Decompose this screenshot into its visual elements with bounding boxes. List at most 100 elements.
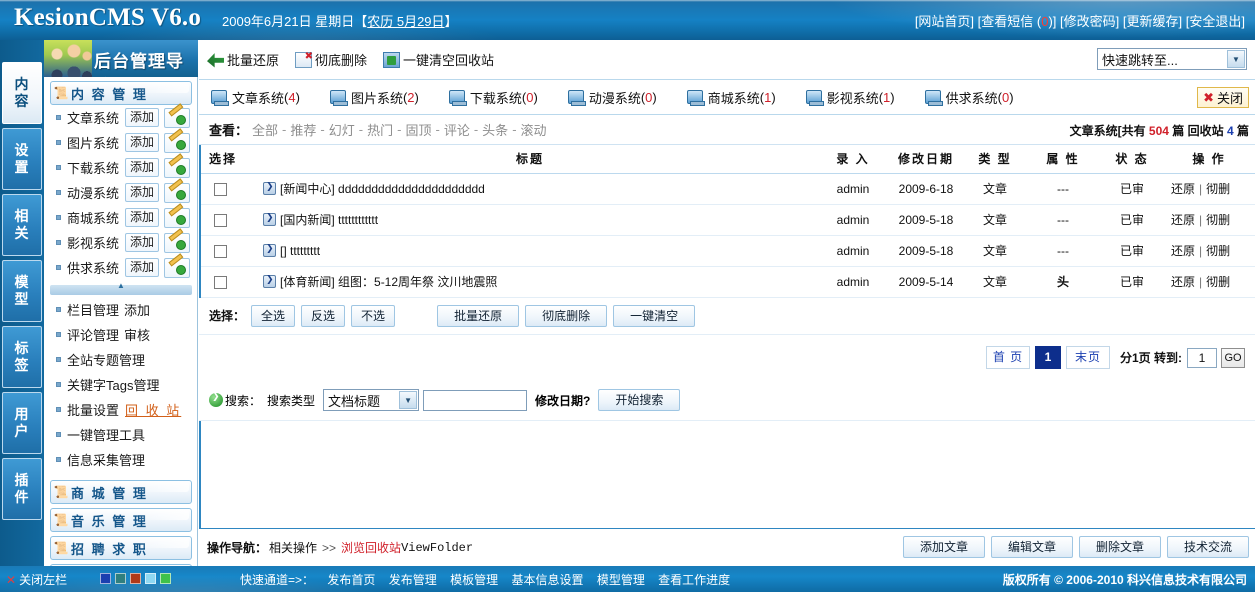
nav-system-download-add[interactable]: 添加	[125, 158, 159, 177]
nav-system-article-add[interactable]: 添加	[125, 108, 159, 127]
rail-tab-settings[interactable]: 设 置	[2, 128, 42, 190]
filter-hot[interactable]: 热门	[367, 120, 393, 139]
row-state[interactable]: 已审	[1101, 266, 1163, 297]
swatch-blue[interactable]	[100, 573, 111, 584]
pencil-add-icon[interactable]	[164, 133, 190, 153]
pencil-add-icon[interactable]	[164, 258, 190, 278]
nav-system-video-label[interactable]: 影视系统	[67, 233, 119, 252]
nav-item-comment-manage-sub[interactable]: 审核	[124, 325, 150, 344]
system-tab-article[interactable]: 文章系统(4)	[211, 88, 300, 107]
filter-headline[interactable]: 头条	[482, 120, 508, 139]
nav-system-download-label[interactable]: 下载系统	[67, 158, 119, 177]
filter-recommend[interactable]: 推荐	[290, 120, 316, 139]
toolbar-batch-restore[interactable]: 批量还原	[207, 50, 279, 69]
row-category[interactable]: [国内新闻]	[280, 213, 335, 227]
swatch-teal[interactable]	[115, 573, 126, 584]
quick-work-progress[interactable]: 查看工作进度	[658, 573, 730, 587]
search-keyword-input[interactable]	[423, 390, 527, 411]
pencil-add-icon[interactable]	[164, 158, 190, 178]
page-go-button[interactable]: GO	[1221, 348, 1245, 368]
delete-article-button[interactable]: 删除文章	[1079, 536, 1161, 558]
nav-group-jobs[interactable]: 📜 招 聘 求 职	[50, 536, 192, 560]
link-view-messages[interactable]: [查看短信 (0)]	[978, 14, 1057, 29]
row-op-delete[interactable]: 彻删	[1206, 244, 1230, 258]
nav-item-column-manage-label[interactable]: 栏目管理	[67, 300, 119, 319]
nav-item-topic-manage-label[interactable]: 全站专题管理	[67, 350, 145, 369]
row-op-restore[interactable]: 还原	[1171, 182, 1195, 196]
nav-system-video-add[interactable]: 添加	[125, 233, 159, 252]
system-tab-supply[interactable]: 供求系统(0)	[925, 88, 1014, 107]
nav-system-anime-label[interactable]: 动漫系统	[67, 183, 119, 202]
swatch-green[interactable]	[160, 573, 171, 584]
quick-template-manage[interactable]: 模板管理	[450, 573, 498, 587]
nav-item-onekey-tools-label[interactable]: 一键管理工具	[67, 425, 145, 444]
nav-item-batch-settings-label[interactable]: 批量设置	[67, 400, 119, 419]
nav-system-article-label[interactable]: 文章系统	[67, 108, 119, 127]
page-first-button[interactable]: 首 页	[986, 346, 1030, 369]
row-state[interactable]: 已审	[1101, 235, 1163, 266]
close-tab-button[interactable]: ✖ 关闭	[1197, 87, 1249, 108]
row-op-delete[interactable]: 彻删	[1206, 182, 1230, 196]
pencil-add-icon[interactable]	[164, 183, 190, 203]
filter-comment[interactable]: 评论	[444, 120, 470, 139]
pencil-add-icon[interactable]	[164, 108, 190, 128]
nav-system-mall-add[interactable]: 添加	[125, 208, 159, 227]
nav-item-recycle-bin-link[interactable]: 回 收 站	[125, 400, 181, 419]
lunar-date-link[interactable]: 农历 5月29日	[367, 14, 444, 29]
row-title[interactable]: ttttttttt	[290, 244, 320, 258]
filter-all[interactable]: 全部	[252, 120, 278, 139]
nav-system-image-label[interactable]: 图片系统	[67, 133, 119, 152]
invert-select-button[interactable]: 反选	[301, 305, 345, 327]
delete-forever-button[interactable]: 彻底删除	[525, 305, 607, 327]
row-checkbox[interactable]	[214, 245, 227, 258]
quick-publish-home[interactable]: 发布首页	[327, 573, 375, 587]
toolbar-delete-forever[interactable]: 彻底删除	[295, 50, 367, 69]
page-jump-input[interactable]: 1	[1187, 348, 1217, 368]
nav-collapse-divider[interactable]	[50, 285, 192, 295]
clear-all-button[interactable]: 一键清空	[613, 305, 695, 327]
edit-article-button[interactable]: 编辑文章	[991, 536, 1073, 558]
quick-basic-settings[interactable]: 基本信息设置	[511, 573, 583, 587]
row-op-restore[interactable]: 还原	[1171, 275, 1195, 289]
filter-sticky[interactable]: 固顶	[405, 120, 431, 139]
close-left-panel-button[interactable]: ✕关闭左栏	[6, 571, 67, 588]
filter-scroll[interactable]: 滚动	[521, 120, 547, 139]
rail-tab-plugins[interactable]: 插 件	[2, 458, 42, 520]
toolbar-clear-recycle[interactable]: 一键清空回收站	[383, 50, 494, 69]
quick-model-manage[interactable]: 模型管理	[597, 573, 645, 587]
row-category[interactable]: []	[280, 244, 287, 258]
row-title[interactable]: 组图：5-12周年祭 汶川地震照	[338, 275, 497, 289]
row-title[interactable]: dddddddddddddddddddddd	[338, 182, 485, 196]
nav-item-collect-manage-label[interactable]: 信息采集管理	[67, 450, 145, 469]
quick-jump-select[interactable]: 快速跳转至... ▼	[1097, 48, 1247, 70]
nav-item-column-manage-sub[interactable]: 添加	[124, 300, 150, 319]
swatch-red[interactable]	[130, 573, 141, 584]
nav-system-supply-add[interactable]: 添加	[125, 258, 159, 277]
tech-forum-button[interactable]: 技术交流	[1167, 536, 1249, 558]
add-article-button[interactable]: 添加文章	[903, 536, 985, 558]
row-checkbox[interactable]	[214, 214, 227, 227]
row-checkbox[interactable]	[214, 183, 227, 196]
swatch-lightblue[interactable]	[145, 573, 156, 584]
nav-group-mall[interactable]: 📜 商 城 管 理	[50, 480, 192, 504]
pencil-add-icon[interactable]	[164, 208, 190, 228]
filter-slide[interactable]: 幻灯	[329, 120, 355, 139]
link-update-cache[interactable]: [更新缓存]	[1123, 14, 1182, 29]
row-op-delete[interactable]: 彻删	[1206, 275, 1230, 289]
row-op-delete[interactable]: 彻删	[1206, 213, 1230, 227]
rail-tab-related[interactable]: 相 关	[2, 194, 42, 256]
nav-system-image-add[interactable]: 添加	[125, 133, 159, 152]
system-tab-mall[interactable]: 商城系统(1)	[687, 88, 776, 107]
row-category[interactable]: [新闻中心]	[280, 182, 335, 196]
row-title[interactable]: tttttttttttt	[338, 213, 378, 227]
system-tab-image[interactable]: 图片系统(2)	[330, 88, 419, 107]
page-current[interactable]: 1	[1035, 346, 1061, 369]
row-checkbox[interactable]	[214, 276, 227, 289]
quick-publish-manage[interactable]: 发布管理	[389, 573, 437, 587]
nav-item-comment-manage-label[interactable]: 评论管理	[67, 325, 119, 344]
select-none-button[interactable]: 不选	[351, 305, 395, 327]
rail-tab-content[interactable]: 内 容	[2, 62, 42, 124]
nav-group-content[interactable]: 📜 内 容 管 理	[50, 81, 192, 105]
batch-restore-button[interactable]: 批量还原	[437, 305, 519, 327]
start-search-button[interactable]: 开始搜索	[598, 389, 680, 411]
